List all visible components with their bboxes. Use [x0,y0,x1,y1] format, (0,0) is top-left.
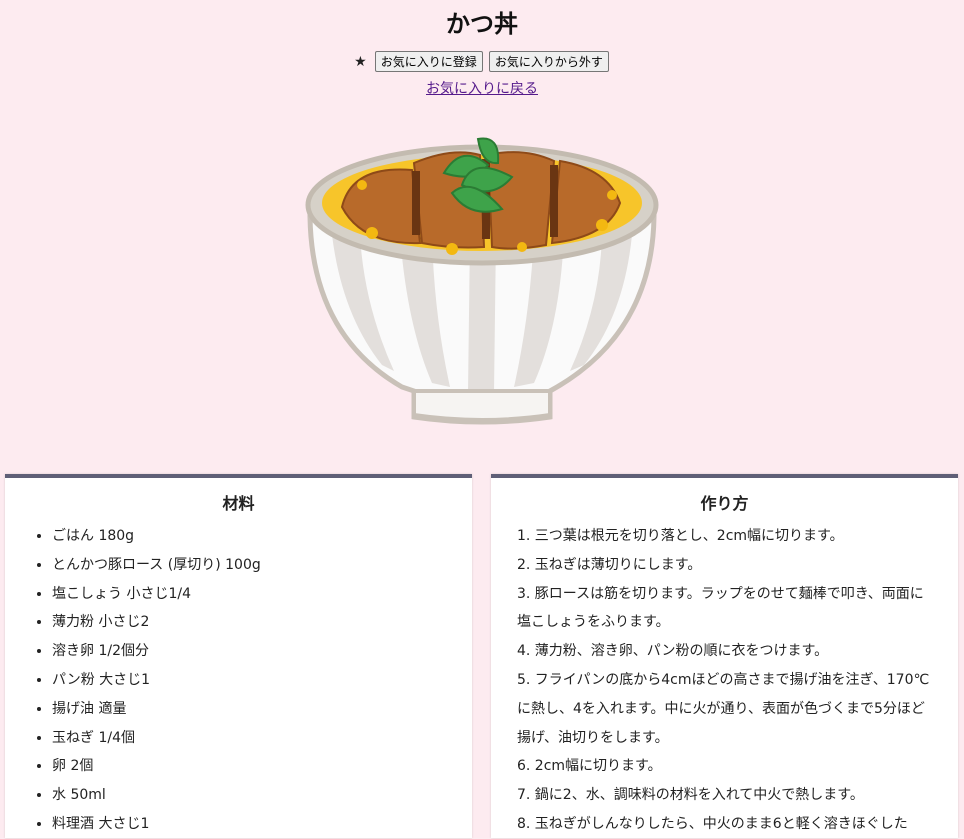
ingredient-item: 揚げ油 適量 [52,695,472,724]
page-title: かつ丼 [446,10,518,38]
ingredient-item: パン粉 大さじ1 [52,666,472,695]
step-item: 5. フライパンの底から4cmほどの高さまで揚げ油を注ぎ、170℃に熱し、4を入… [517,671,930,746]
back-link-row: お気に入りに戻る [0,78,964,98]
star-icon: ★ [354,54,367,70]
ingredients-heading: 材料 [222,494,255,513]
steps-heading: 作り方 [700,494,749,513]
step-item: 2. 玉ねぎは薄切りにします。 [517,556,702,573]
ingredient-item: 溶き卵 1/2個分 [52,637,472,666]
ingredient-item: 料理酒 大さじ1 [52,810,472,839]
step-item: 8. 玉ねぎがしんなりしたら、中火のまま6と軽く溶きほぐした [517,815,908,832]
step-item: 3. 豚ロースは筋を切ります。ラップをのせて麺棒で叩き、両面に塩こしょうをふりま… [517,585,924,631]
ingredients-panel: 材料 ごはん 180g とんかつ豚ロース (厚切り) 100g 塩こしょう 小さ… [5,474,472,838]
remove-favorite-button[interactable]: お気に入りから外す [488,51,609,72]
steps-panel: 作り方 1. 三つ葉は根元を切り落とし、2cm幅に切ります。 2. 玉ねぎは薄切… [491,474,958,838]
step-item: 4. 薄力粉、溶き卵、パン粉の順に衣をつけます。 [517,643,829,660]
steps-list: 1. 三つ葉は根元を切り落とし、2cm幅に切ります。 2. 玉ねぎは薄切りにしま… [491,522,958,839]
katsudon-bowl-illustration [302,125,662,435]
ingredient-item: 卵 2個 [52,752,472,781]
ingredient-item: 薄力粉 小さじ2 [52,608,472,637]
step-item: 1. 三つ葉は根元を切り落とし、2cm幅に切ります。 [517,528,844,544]
step-item: 6. 2cm幅に切ります。 [517,758,662,775]
ingredients-list: ごはん 180g とんかつ豚ロース (厚切り) 100g 塩こしょう 小さじ1/… [5,522,472,839]
ingredient-item: とんかつ豚ロース (厚切り) 100g [52,551,472,580]
favorite-controls: ★ お気に入りに登録 お気に入りから外す [0,51,964,72]
ingredient-item: 水 50ml [52,781,472,810]
ingredient-item: 玉ねぎ 1/4個 [52,724,472,753]
ingredient-item: 塩こしょう 小さじ1/4 [52,580,472,609]
add-favorite-button[interactable]: お気に入りに登録 [374,51,483,72]
back-to-favorites-link[interactable]: お気に入りに戻る [426,81,538,97]
ingredient-item: ごはん 180g [52,522,472,551]
step-item: 7. 鍋に2、水、調味料の材料を入れて中火で熱します。 [517,787,864,804]
